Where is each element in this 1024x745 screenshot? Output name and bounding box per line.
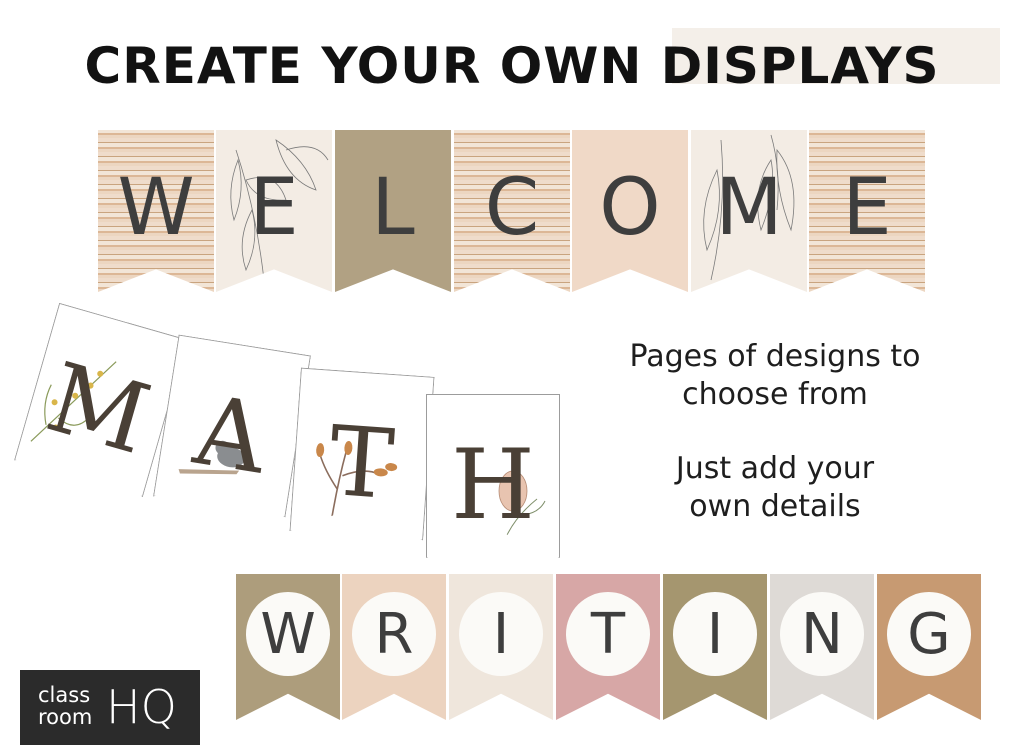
feature-text-details: Just add your own details [560,450,990,526]
logo-word-hq: HQ [106,680,177,734]
math-letter: T [325,404,398,522]
math-flag-h: H [426,394,560,558]
writing-flag-t: T [556,574,660,720]
welcome-flag-l: L [335,130,451,292]
logo-word-room: room [38,705,93,729]
welcome-flag-c: C [454,130,570,292]
welcome-letter: E [842,163,892,253]
brand-logo: class room HQ [20,670,200,745]
writing-flag-g: G [877,574,981,720]
writing-flag-i: I [449,574,553,720]
welcome-flag-w: W [98,130,214,292]
math-flag-a: A [153,335,311,518]
feature-text-line: own details [689,489,861,524]
writing-letter: I [706,602,724,667]
writing-flag-r: R [342,574,446,720]
welcome-flag-e2: E [809,130,925,292]
page-title: CREATE YOUR OWN DISPLAYS [84,37,940,95]
writing-letter: N [801,602,843,667]
welcome-letter: E [249,163,299,253]
writing-letter: I [492,602,510,667]
welcome-letter: C [484,163,540,253]
writing-letter: R [374,602,414,667]
writing-letter: T [590,602,626,667]
feature-text-line: Pages of designs to [629,339,921,374]
welcome-flag-m: M [691,130,807,292]
writing-letter: G [907,602,951,667]
logo-word-class: class [38,683,91,707]
feature-text-designs: Pages of designs to choose from [560,338,990,414]
math-flag-t: T [289,368,434,541]
writing-flag-i2: I [663,574,767,720]
writing-flag-n: N [770,574,874,720]
welcome-flag-o: O [572,130,688,292]
writing-flag-w: W [236,574,340,720]
math-letter: H [451,429,535,541]
welcome-letter: W [117,163,195,253]
feature-text-line: Just add your [675,451,875,486]
welcome-letter: L [371,163,415,253]
feature-text-line: choose from [682,377,868,412]
writing-letter: W [260,602,316,667]
welcome-letter: O [599,163,661,253]
welcome-letter: M [715,163,783,253]
math-letter: A [187,374,274,496]
welcome-flag-e: E [216,130,332,292]
